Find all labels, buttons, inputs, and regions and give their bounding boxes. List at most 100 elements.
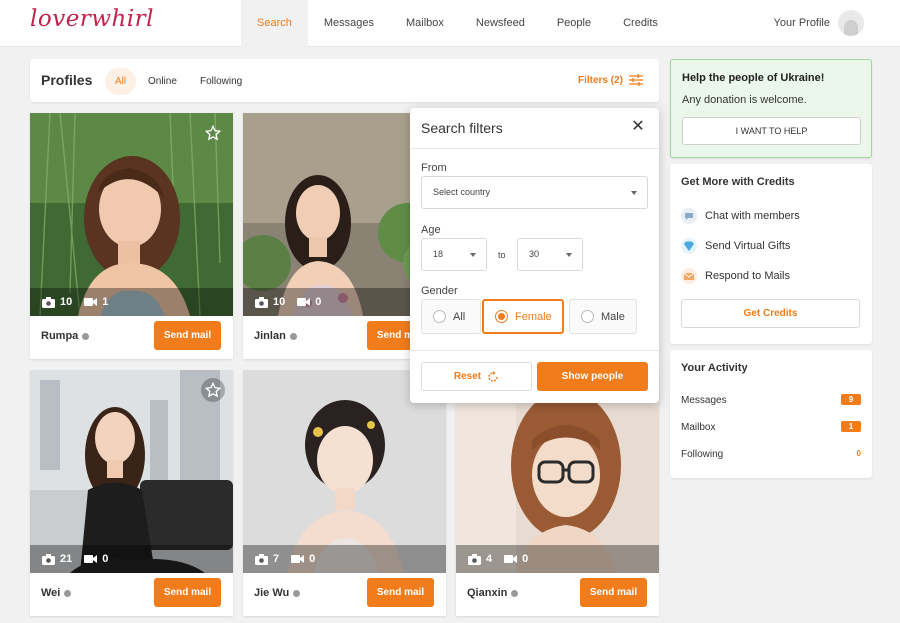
photo-count: 21 (60, 553, 73, 565)
reset-label: Reset (453, 371, 482, 382)
filters-label: Filters (2) (577, 74, 623, 86)
profile-card[interactable]: 21 0 Wei Send mail (30, 370, 233, 616)
video-icon (297, 298, 311, 306)
ukraine-subtitle: Any donation is welcome. (682, 94, 807, 106)
favorite-star-icon[interactable] (201, 378, 225, 402)
nav-search[interactable]: Search (241, 0, 308, 47)
radio-circle (433, 310, 446, 323)
profile-name-text: Jie Wu (254, 587, 290, 599)
profile-photo[interactable]: 10 1 (30, 113, 233, 316)
activity-row-following[interactable]: Following 0 (681, 449, 861, 460)
credits-item-gifts: Send Virtual Gifts (681, 238, 790, 254)
age-from-select[interactable]: 18 (421, 238, 487, 271)
to-label: to (498, 250, 506, 260)
tab-all[interactable]: All (105, 68, 137, 95)
filters-button[interactable]: Filters (2) (578, 74, 643, 86)
country-select[interactable]: Select country (421, 176, 648, 209)
tab-online[interactable]: Online (138, 68, 187, 95)
avatar[interactable] (838, 10, 864, 36)
send-mail-button[interactable]: Send mail (154, 578, 221, 607)
video-icon (504, 555, 518, 563)
photo-count: 10 (60, 296, 73, 308)
ukraine-donation-panel: Help the people of Ukraine! Any donation… (670, 59, 872, 158)
profile-name-text: Rumpa (41, 330, 79, 342)
nav-people[interactable]: People (541, 0, 607, 47)
gender-male-radio[interactable]: Male (569, 299, 637, 334)
nav-credits[interactable]: Credits (607, 0, 674, 47)
activity-row-messages[interactable]: Messages 9 (681, 394, 861, 406)
photo-count: 4 (486, 553, 493, 565)
age-to-value: 30 (529, 249, 540, 259)
your-profile-link[interactable]: Your Profile (774, 10, 864, 36)
credits-item-mails: Respond to Mails (681, 268, 790, 284)
activity-row-mailbox[interactable]: Mailbox 1 (681, 421, 861, 433)
age-to-select[interactable]: 30 (517, 238, 583, 271)
show-people-button[interactable]: Show people (537, 362, 648, 391)
profile-card[interactable]: 4 0 Qianxin Send mail (456, 370, 659, 616)
from-label: From (421, 162, 447, 174)
profile-card[interactable]: 10 1 Rumpa Send mail (30, 113, 233, 359)
count-badge: 9 (841, 394, 861, 405)
age-label: Age (421, 224, 441, 236)
profile-photo[interactable]: 21 0 (30, 370, 233, 573)
activity-title: Your Activity (681, 362, 748, 374)
gender-all-label: All (453, 310, 466, 323)
credits-title: Get More with Credits (681, 176, 795, 188)
profile-name[interactable]: Rumpa (41, 330, 90, 342)
age-from-value: 18 (433, 249, 444, 259)
send-mail-button[interactable]: Send mail (154, 321, 221, 350)
profile-card[interactable]: 7 0 Jie Wu Send mail (243, 370, 446, 616)
popup-title: Search filters (421, 120, 503, 136)
profile-name-text: Wei (41, 587, 61, 599)
main-nav: Search Messages Mailbox Newsfeed People … (241, 0, 674, 47)
gender-all-radio[interactable]: All (421, 299, 481, 334)
credits-item-label: Chat with members (705, 210, 800, 222)
profile-name[interactable]: Wei (41, 587, 72, 599)
tab-following[interactable]: Following (190, 68, 252, 95)
nav-mailbox[interactable]: Mailbox (390, 0, 460, 47)
profile-name[interactable]: Qianxin (467, 587, 519, 599)
top-navigation-bar: loverwhirl Search Messages Mailbox Newsf… (0, 0, 900, 47)
send-mail-button[interactable]: Send mail (580, 578, 647, 607)
gender-female-radio[interactable]: Female (482, 299, 564, 334)
send-mail-button[interactable]: Send mail (367, 578, 434, 607)
diamond-icon (681, 238, 697, 254)
photo-count: 7 (273, 553, 280, 565)
divider (410, 350, 659, 351)
credits-item-label: Send Virtual Gifts (705, 240, 791, 252)
video-count: 0 (315, 296, 322, 308)
video-icon (291, 555, 305, 563)
get-credits-button[interactable]: Get Credits (681, 299, 860, 328)
divider (410, 148, 659, 149)
close-icon[interactable]: ✕ (629, 118, 647, 136)
gender-male-label: Male (601, 310, 625, 323)
media-stats: 4 0 (456, 545, 659, 573)
your-profile-label: Your Profile (773, 17, 830, 29)
page-title: Profiles (41, 72, 93, 88)
profile-name[interactable]: Jie Wu (254, 587, 301, 599)
profile-name[interactable]: Jinlan (254, 330, 297, 342)
site-logo[interactable]: loverwhirl (30, 6, 154, 32)
activity-label: Following (681, 449, 724, 460)
video-count: 0 (522, 553, 529, 565)
profile-name-text: Jinlan (254, 330, 286, 342)
media-stats: 21 0 (30, 545, 233, 573)
sliders-icon (629, 74, 643, 86)
help-button[interactable]: I WANT TO HELP (682, 117, 861, 145)
chevron-down-icon (470, 253, 476, 257)
reset-button[interactable]: Reset (421, 362, 532, 391)
favorite-star-icon[interactable] (201, 121, 225, 145)
radio-circle (495, 310, 508, 323)
profile-name-text: Qianxin (467, 587, 508, 599)
radio-circle (581, 310, 594, 323)
video-icon (84, 555, 98, 563)
media-stats: 10 1 (30, 288, 233, 316)
search-filters-popup: Search filters ✕ From Select country Age… (410, 108, 659, 403)
count-badge: 0 (856, 449, 861, 458)
credits-item-chat: Chat with members (681, 208, 800, 224)
nav-messages[interactable]: Messages (308, 0, 390, 47)
activity-label: Mailbox (681, 422, 716, 433)
nav-newsfeed[interactable]: Newsfeed (460, 0, 541, 47)
video-icon (84, 298, 98, 306)
video-count: 1 (102, 296, 109, 308)
